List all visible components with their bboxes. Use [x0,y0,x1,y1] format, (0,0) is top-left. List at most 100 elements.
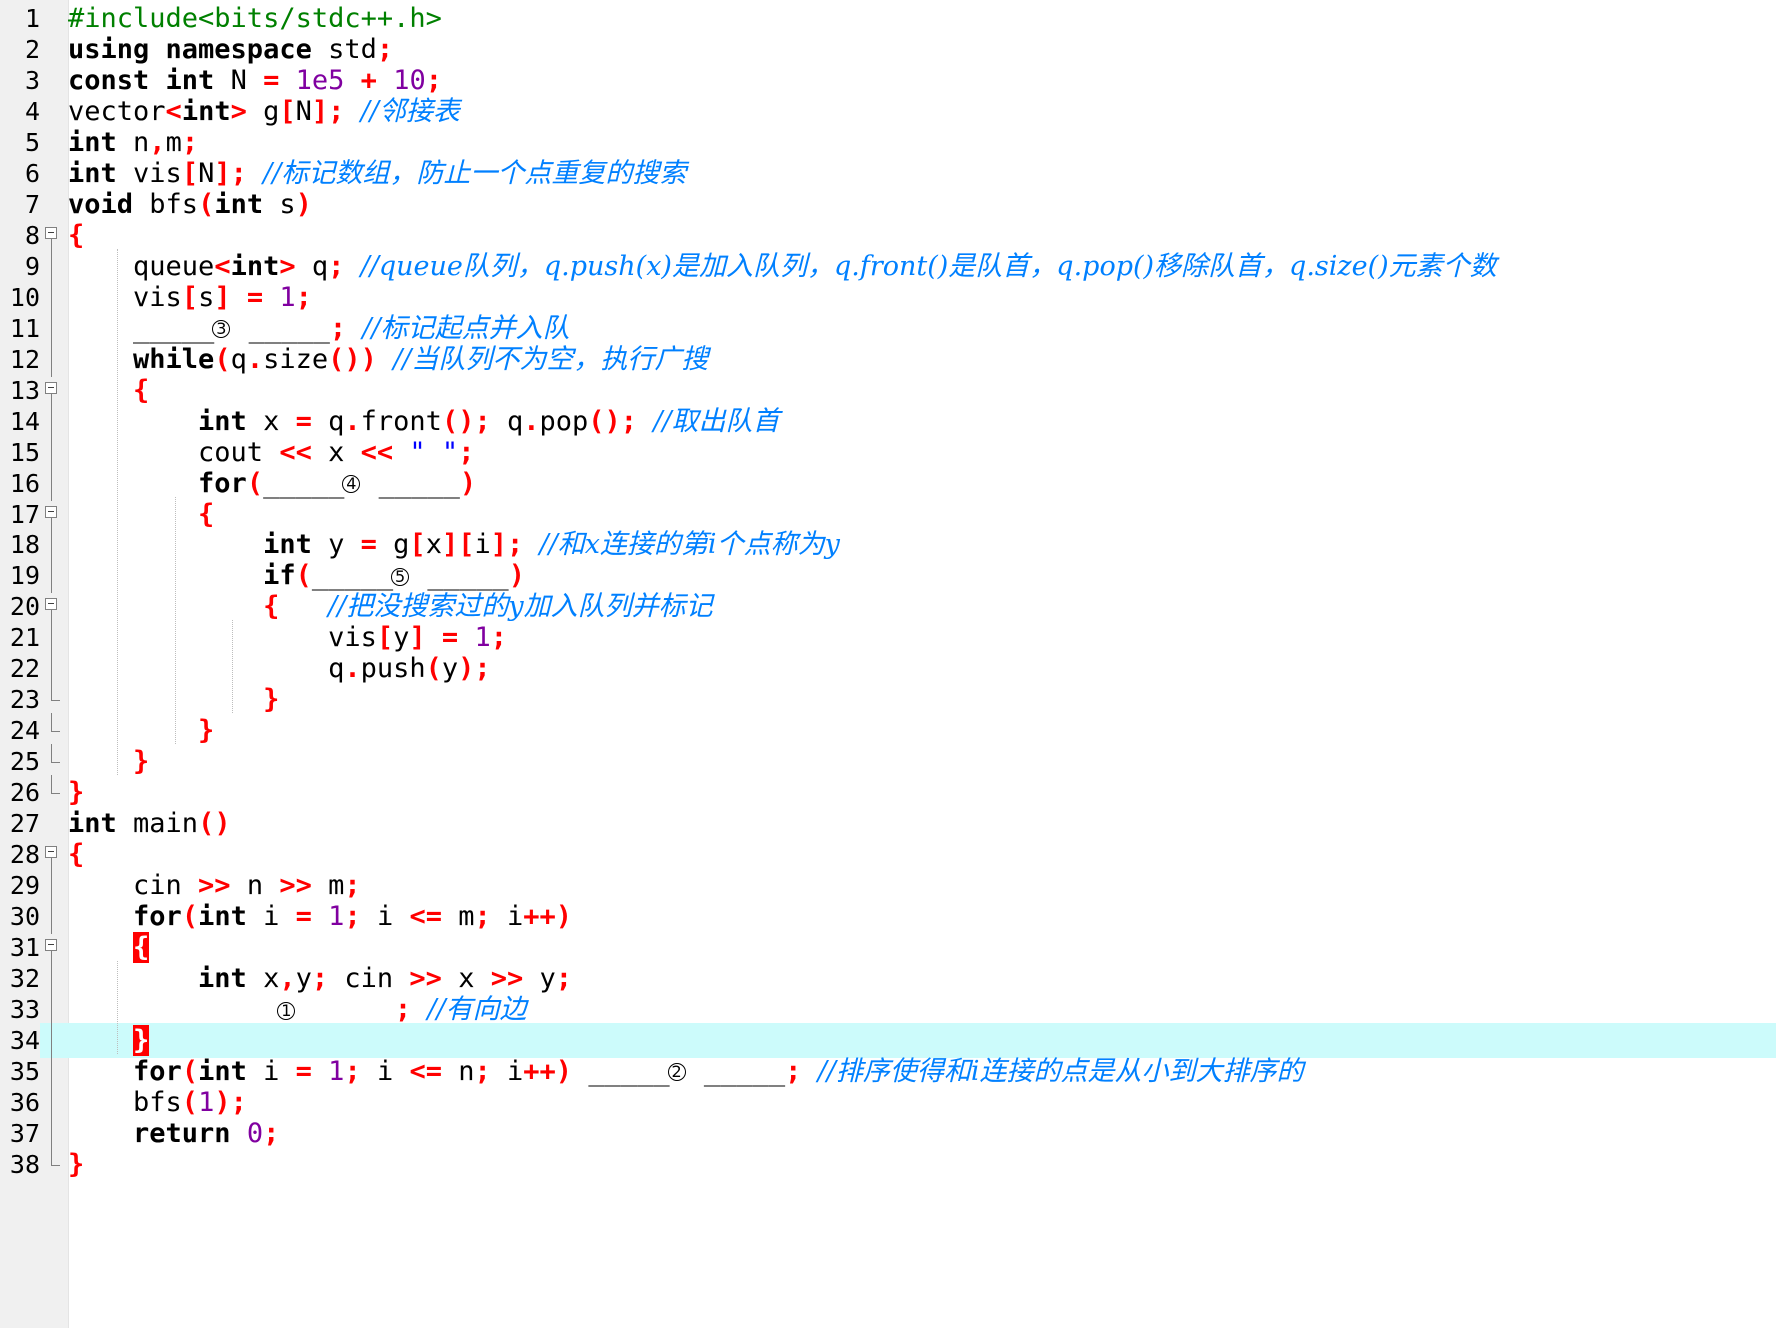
line-number: 7 [24,189,40,219]
code-text[interactable]: { [68,218,84,253]
code-line[interactable]: 28 { [0,837,1776,873]
code-line[interactable]: 25 } [0,744,1776,779]
code-line[interactable]: 10 vis[s] = 1; [0,279,1776,315]
code-line[interactable]: 7 void bfs(int s) [0,187,1776,222]
keyword: int [230,250,280,282]
fold-collapse-icon[interactable] [43,497,61,532]
fold-collapse-icon[interactable] [43,218,61,253]
code-line[interactable]: 33 _____ 1 _____; //有向边 [0,992,1776,1028]
keyword: return [133,1117,231,1149]
code-text[interactable]: vis[y] = 1; [68,620,507,655]
code-editor[interactable]: 1 #include<bits/stdc++.h> 2 using namespace… [0,0,1776,1328]
code-line[interactable]: 17 { [0,497,1776,532]
code-text[interactable]: } [68,775,84,810]
code-line[interactable]: 16 for(_____ 4 _____) [0,465,1776,501]
keyword: int [198,405,247,437]
code-line[interactable]: 34 } [0,1023,1776,1058]
code-text[interactable]: { //把没搜索过的y加入队列并标记 [68,589,713,624]
code-text[interactable]: cin >> n >> m; [68,868,361,903]
code-text[interactable]: cout << x << " "; [68,435,474,470]
code-text[interactable]: if(_____ 5 _____) [68,558,525,593]
code-line[interactable]: 24 } [0,713,1776,748]
code-text[interactable]: void bfs(int s) [68,187,312,222]
line-number: 26 [9,778,40,808]
code-text[interactable]: } [68,682,279,717]
code-text[interactable]: int main() [68,806,231,841]
code-line[interactable]: 23 } [0,682,1776,717]
code-text[interactable]: } [68,1023,150,1058]
code-text[interactable]: bfs(1); [68,1085,247,1120]
fold-line [43,465,61,501]
code-text[interactable]: } [68,1147,84,1182]
code-text[interactable]: for(int i = 1; i <= n; i++) _____ 2 _____… [68,1054,1304,1089]
code-line[interactable]: 19 if(_____ 5 _____) [0,558,1776,594]
code-line[interactable]: 20 { //把没搜索过的y加入队列并标记 [0,589,1776,625]
fold-collapse-icon[interactable] [43,373,61,408]
code-text[interactable]: { [68,373,149,408]
code-line[interactable]: 35 for(int i = 1; i <= n; i++) _____ 2 __… [0,1053,1776,1089]
code-text[interactable]: const int N = 1e5 + 10; [68,63,442,98]
code-line[interactable]: 9 queue<int> q; //queue队列，q.push(x)是加入队列… [0,248,1776,284]
keyword: const int [68,64,215,96]
code-text[interactable]: return 0; [68,1116,279,1151]
code-text[interactable]: vector<int> g[N]; //邻接表 [68,94,460,129]
code-text[interactable]: for(_____ 4 _____) [68,466,476,501]
code-text[interactable]: while(q.size()) //当队列不为空，执行广搜 [68,342,708,377]
code-line[interactable]: 13 { [0,373,1776,408]
code-line[interactable]: 1 #include<bits/stdc++.h> [0,1,1776,36]
code-line[interactable]: 26} [0,775,1776,810]
code-text[interactable]: int vis[N]; //标记数组，防止一个点重复的搜索 [68,156,686,191]
code-text[interactable]: vis[s] = 1; [68,280,312,315]
code-text[interactable]: using namespace std; [68,32,393,67]
code-text[interactable]: int x,y; cin >> x >> y; [68,961,572,996]
code-text[interactable]: { [68,497,214,532]
line-number: 18 [9,530,40,560]
code-line[interactable]: 18 int y = g[x][i]; //和x连接的第i个点称为y [0,527,1776,563]
code-line[interactable]: 8{ [0,218,1776,253]
code-line[interactable]: 38} [0,1146,1776,1182]
code-line[interactable]: 29 cin >> n >> m; [0,868,1776,904]
code-line[interactable]: 30 for(int i = 1; i <= m; i++) [0,899,1776,935]
code-line[interactable]: 36 bfs(1); [0,1084,1776,1120]
code-text[interactable]: int n,m; [68,125,198,160]
code-line[interactable]: 15 cout << x << " "; [0,434,1776,470]
fold-collapse-icon[interactable] [43,837,61,873]
code-line[interactable]: 14 int x = q.front(); q.pop(); //取出队首 [0,403,1776,439]
line-number: 12 [9,344,40,374]
code-text[interactable]: for(int i = 1; i <= m; i++) [68,899,572,934]
fold-collapse-icon[interactable] [43,589,61,625]
code-line[interactable]: 22 q.push(y); [0,651,1776,687]
code-text[interactable]: _____ 1 _____; //有向边 [68,992,527,1027]
indent-guide [232,620,233,714]
code-line[interactable]: 2 using namespace std; [0,32,1776,67]
code-line[interactable]: 5 int n,m; [0,125,1776,160]
comment: //排序使得和i连接的点是从小到大排序的 [817,1055,1304,1087]
code-text[interactable]: int y = g[x][i]; //和x连接的第i个点称为y [68,527,840,562]
code-line[interactable]: 32 int x,y; cin >> x >> y; [0,961,1776,997]
keyword: for [133,901,182,933]
fold-line [43,1115,61,1151]
code-text[interactable]: int x = q.front(); q.pop(); //取出队首 [68,404,779,439]
code-line[interactable]: 27 int main() [0,806,1776,841]
code-text[interactable]: { [68,837,84,872]
code-line[interactable]: 31 { [0,930,1776,966]
fold-collapse-icon[interactable] [43,930,61,966]
code-text[interactable]: #include<bits/stdc++.h> [68,1,442,36]
code-line[interactable]: 4 vector<int> g[N]; //邻接表 [0,94,1776,129]
keyword: int [181,95,231,127]
code-text[interactable]: } [68,744,149,779]
code-line[interactable]: 21 vis[y] = 1; [0,620,1776,656]
fold-line [43,620,61,656]
code-line[interactable]: 6 int vis[N]; //标记数组，防止一个点重复的搜索 [0,156,1776,191]
code-line[interactable]: 12 while(q.size()) //当队列不为空，执行广搜 [0,341,1776,377]
fold-line [43,310,61,346]
code-text[interactable]: queue<int> q; //queue队列，q.push(x)是加入队列，q… [68,249,1497,284]
line-number: 14 [9,406,40,436]
code-line[interactable]: 3 const int N = 1e5 + 10; [0,63,1776,98]
code-line[interactable]: 37 return 0; [0,1115,1776,1151]
code-text[interactable]: _____ 3 _____; //标记起点并入队 [68,311,570,346]
code-line[interactable]: 11 _____ 3 _____; //标记起点并入队 [0,310,1776,346]
code-text[interactable]: { [68,930,150,965]
code-text[interactable]: } [68,713,214,748]
code-text[interactable]: q.push(y); [68,651,491,686]
